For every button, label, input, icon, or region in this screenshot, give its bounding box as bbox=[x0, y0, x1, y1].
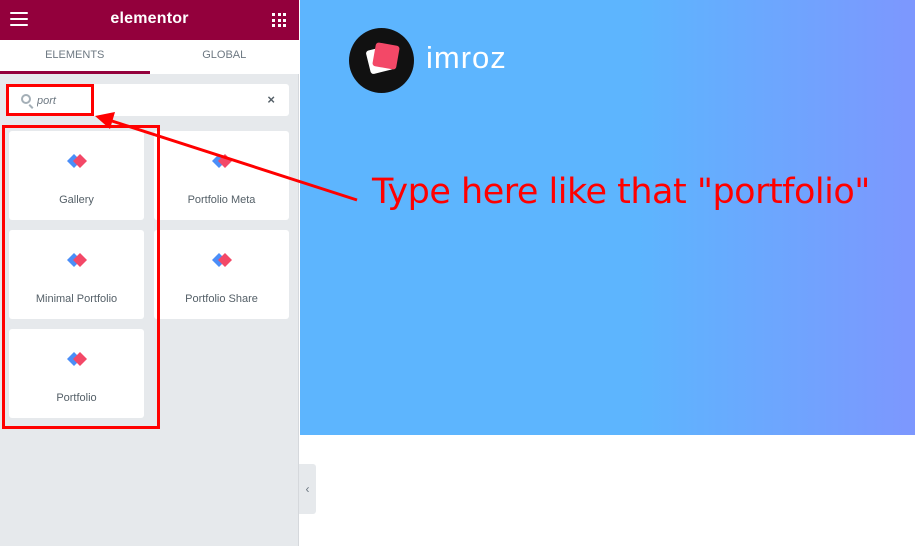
annotation-arrow bbox=[95, 112, 358, 202]
annotation-text: Type here like that "portfolio" bbox=[372, 172, 870, 212]
